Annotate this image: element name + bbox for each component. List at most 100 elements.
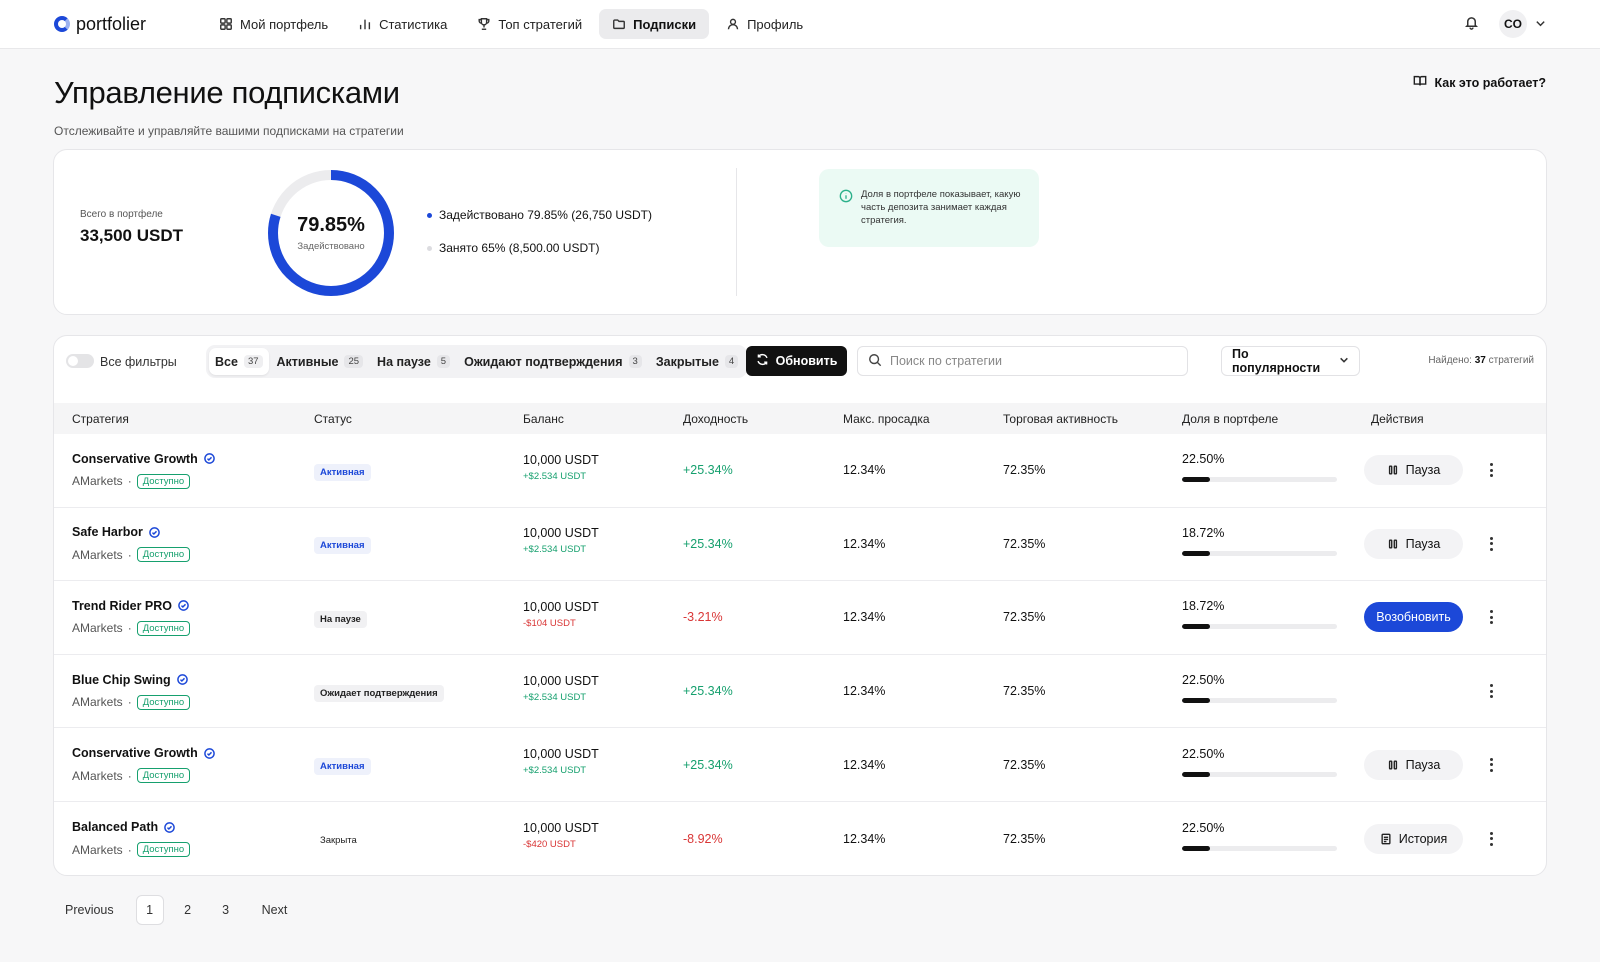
activity-value: 72.35%: [1003, 684, 1046, 699]
table-row[interactable]: Balanced Path AMarkets · Доступно Закрыта 10,…: [54, 802, 1546, 875]
filter-segment-4[interactable]: Закрытые 4: [650, 348, 744, 375]
page-subtitle: Отслеживайте и управляйте вашими подписк…: [54, 124, 404, 138]
search-input[interactable]: Поиск по стратегии: [857, 346, 1188, 376]
nav-item-1[interactable]: Статистика: [345, 9, 460, 39]
yield-value: -3.21%: [683, 610, 723, 625]
chevron-down-icon: [1339, 354, 1349, 368]
more-options-icon[interactable]: [1489, 610, 1493, 625]
yield-value: +25.34%: [683, 684, 733, 699]
share-value: 22.50%: [1182, 820, 1225, 835]
table-row[interactable]: Blue Chip Swing AMarkets · Доступно Ожидает …: [54, 655, 1546, 729]
resume-button[interactable]: Возобновить: [1364, 602, 1463, 633]
nav-item-label: Профиль: [747, 16, 804, 32]
strategy-name-wrap[interactable]: Balanced Path: [72, 820, 190, 834]
header-strategy[interactable]: Стратегия: [72, 412, 129, 426]
pnl-value: -$420 USDT: [523, 839, 576, 851]
logo[interactable]: portfolier: [54, 14, 204, 35]
filter-segment-1[interactable]: Активные 25: [271, 348, 370, 375]
page-header: Управление подписками Отслеживайте и упр…: [0, 49, 1600, 149]
header-drawdown[interactable]: Макс. просадка: [843, 412, 930, 426]
pause-icon: [1387, 538, 1399, 550]
nav-item-0[interactable]: Мой портфель: [206, 9, 341, 39]
header-actions: CO: [1464, 10, 1546, 38]
share-cell: 18.72%: [1182, 599, 1337, 630]
strategy-name-wrap[interactable]: Conservative Growth: [72, 452, 215, 466]
refresh-button[interactable]: Обновить: [746, 346, 847, 376]
share-progress-bar: [1182, 550, 1337, 556]
availability-badge: Доступно: [136, 547, 191, 563]
page-button[interactable]: 3: [212, 895, 240, 925]
separator-dot: ·: [127, 842, 132, 857]
balance-value: 10,000 USDT: [523, 452, 599, 467]
how-it-works-link[interactable]: Как это работает?: [1413, 74, 1546, 91]
page-button[interactable]: 1: [135, 895, 164, 925]
previous-page-button[interactable]: Previous: [53, 895, 126, 925]
more-options-icon[interactable]: [1489, 536, 1493, 551]
status-badge: На паузе: [314, 610, 367, 628]
strategy-meta: AMarkets · Доступно: [72, 842, 191, 858]
legend-taken-text: Занято 65% (8,500.00 USDT): [439, 241, 600, 255]
pause-button[interactable]: Пауза: [1364, 455, 1463, 486]
sort-select[interactable]: По популярности: [1221, 346, 1360, 376]
segment-count: 3: [628, 355, 642, 368]
nav-item-2[interactable]: Топ стратегий: [464, 9, 595, 39]
balance-cell: 10,000 USDT -$420 USDT: [523, 821, 599, 850]
table-row[interactable]: Trend Rider PRO AMarkets · Доступно На паузе…: [54, 581, 1546, 655]
more-options-icon[interactable]: [1489, 757, 1493, 772]
bell-icon[interactable]: [1464, 15, 1479, 33]
header-activity[interactable]: Торговая активность: [1003, 412, 1118, 426]
pnl-value: +$2.534 USDT: [523, 691, 587, 703]
nav-item-4[interactable]: Профиль: [713, 9, 816, 39]
share-progress-fill: [1182, 845, 1210, 851]
table-row[interactable]: Safe Harbor AMarkets · Доступно Активная 10,0…: [54, 508, 1546, 582]
strategy-cell: Safe Harbor AMarkets · Доступно: [72, 525, 191, 563]
segment-label: На паузе: [377, 354, 431, 369]
table-row[interactable]: Conservative Growth AMarkets · Доступно Акти…: [54, 434, 1546, 508]
legend-used: Задействовано 79.85% (26,750 USDT): [427, 208, 652, 222]
filter-segment-2[interactable]: На паузе 5: [371, 348, 456, 375]
page-button[interactable]: 2: [174, 895, 202, 925]
verified-icon: [176, 674, 188, 685]
strategy-name-wrap[interactable]: Trend Rider PRO: [72, 599, 190, 613]
broker-name: AMarkets: [72, 768, 123, 783]
strategy-name-wrap[interactable]: Safe Harbor: [72, 525, 190, 539]
header-share[interactable]: Доля в портфеле: [1182, 412, 1278, 426]
action-label: Возобновить: [1376, 610, 1451, 625]
action-cell: Пауза: [1364, 455, 1463, 486]
header-status[interactable]: Статус: [314, 412, 352, 426]
nav-item-3[interactable]: Подписки: [599, 9, 710, 39]
user-menu[interactable]: CO: [1499, 10, 1546, 38]
nav-item-label: Мой портфель: [240, 16, 329, 32]
nav-item-label: Подписки: [633, 16, 697, 32]
separator-dot: ·: [127, 768, 132, 783]
header-balance[interactable]: Баланс: [523, 412, 564, 426]
strategy-name: Balanced Path: [72, 820, 159, 835]
more-options-icon[interactable]: [1489, 831, 1493, 846]
next-page-button[interactable]: Next: [250, 895, 300, 925]
pnl-value: +$2.534 USDT: [523, 765, 587, 777]
strategy-name-wrap[interactable]: Conservative Growth: [72, 746, 215, 760]
balance-value: 10,000 USDT: [523, 673, 599, 688]
segment-count: 4: [724, 355, 739, 368]
share-progress-fill: [1182, 550, 1210, 556]
history-button[interactable]: История: [1364, 823, 1463, 854]
strategy-meta: AMarkets · Доступно: [72, 620, 191, 636]
logo-text: portfolier: [76, 13, 147, 34]
filter-segment-0[interactable]: Все 37: [209, 348, 269, 375]
trophy-icon: [477, 17, 491, 31]
filter-segment-3[interactable]: Ожидают подтверждения 3: [458, 348, 648, 375]
header-yield[interactable]: Доходность: [683, 412, 748, 426]
table-row[interactable]: Conservative Growth AMarkets · Доступно Акти…: [54, 728, 1546, 802]
strategy-name-wrap[interactable]: Blue Chip Swing: [72, 673, 190, 687]
pause-button[interactable]: Пауза: [1364, 528, 1463, 559]
all-filters-toggle[interactable]: [66, 354, 94, 368]
broker-name: AMarkets: [72, 474, 123, 489]
table-toolbar: Все фильтры Все 37 Активные 25 На паузе 5 Ожид…: [54, 336, 1546, 403]
subscriptions-table-card: Все фильтры Все 37 Активные 25 На паузе 5 Ожид…: [53, 335, 1547, 876]
separator-dot: ·: [127, 474, 132, 489]
more-options-icon[interactable]: [1489, 684, 1493, 699]
more-options-icon[interactable]: [1489, 463, 1493, 478]
pause-button[interactable]: Пауза: [1364, 749, 1463, 780]
balance-cell: 10,000 USDT +$2.534 USDT: [523, 674, 599, 703]
refresh-icon: [756, 353, 769, 369]
